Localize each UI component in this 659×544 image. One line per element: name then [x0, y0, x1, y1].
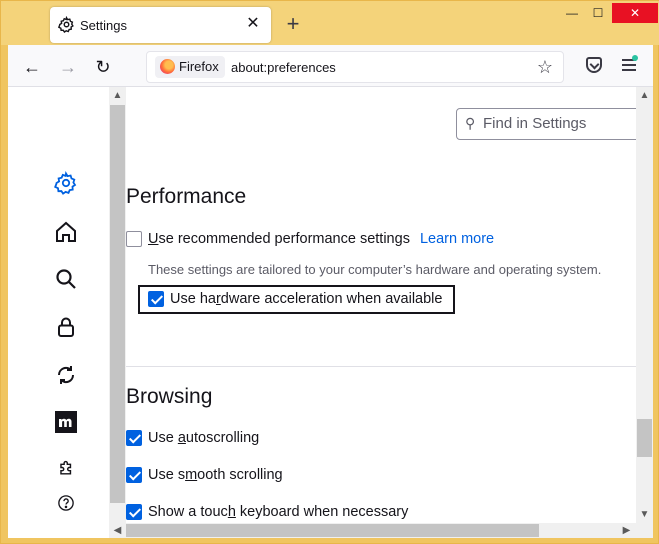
- sidebar-item-privacy[interactable]: [53, 314, 79, 340]
- touch-keyboard-label: Show a touch keyboard when necessary: [148, 504, 409, 520]
- horizontal-scroll-thumb[interactable]: [126, 524, 539, 537]
- puzzle-icon: [59, 460, 71, 475]
- gear-icon: [54, 171, 77, 195]
- url-text[interactable]: about:preferences: [231, 60, 336, 75]
- hardware-acceleration-row[interactable]: Use hardware acceleration when available: [148, 288, 442, 310]
- sidebar-item-home[interactable]: [53, 219, 79, 245]
- tab-title: Settings: [80, 18, 127, 33]
- performance-description: These settings are tailored to your comp…: [148, 262, 602, 277]
- smooth-scrolling-checkbox[interactable]: [126, 467, 142, 483]
- identity-label: Firefox: [179, 59, 219, 74]
- sidebar-scroll-thumb[interactable]: [110, 105, 125, 503]
- hardware-acceleration-label: Use hardware acceleration when available: [170, 291, 443, 307]
- maximize-button[interactable]: ☐: [584, 3, 612, 23]
- sidebar-item-sync[interactable]: [53, 362, 79, 388]
- firefox-logo-icon: [160, 59, 175, 74]
- bookmark-star-icon[interactable]: ☆: [537, 57, 553, 77]
- reload-button[interactable]: ↻: [92, 56, 114, 78]
- autoscroll-row[interactable]: Use autoscrolling: [126, 427, 259, 449]
- sidebar: [8, 87, 108, 538]
- find-in-settings-input[interactable]: [483, 115, 633, 132]
- pocket-icon[interactable]: [586, 57, 602, 73]
- back-button[interactable]: ←: [21, 56, 43, 78]
- sidebar-item-support[interactable]: [53, 490, 79, 516]
- sidebar-item-more-from-mozilla[interactable]: [53, 409, 79, 435]
- sidebar-item-general[interactable]: [53, 170, 79, 196]
- tab-settings[interactable]: Settings ✕: [50, 7, 271, 43]
- touch-keyboard-row[interactable]: Show a touch keyboard when necessary: [126, 501, 408, 523]
- smooth-scrolling-label: Use smooth scrolling: [148, 467, 283, 483]
- sidebar-item-extensions[interactable]: [53, 454, 79, 480]
- tab-close-icon[interactable]: ✕: [243, 14, 263, 34]
- lock-icon: [58, 317, 74, 337]
- autoscroll-checkbox[interactable]: [126, 430, 142, 446]
- gear-icon: [58, 16, 74, 33]
- sync-icon: [57, 366, 75, 384]
- main-scroll-down-icon[interactable]: ▼: [637, 507, 652, 522]
- forward-button[interactable]: →: [57, 56, 79, 78]
- main-scroll-up-icon[interactable]: ▲: [637, 88, 652, 103]
- recommended-performance-label: Use recommended performance settings: [148, 231, 410, 247]
- preferences-content: ▲ ⚲ Performance Use recommended performa…: [8, 87, 653, 538]
- performance-heading: Performance: [126, 185, 247, 208]
- help-icon: [58, 495, 74, 511]
- nav-toolbar: ← → ↻ Firefox about:preferences ☆: [8, 45, 653, 87]
- recommended-performance-checkbox[interactable]: [126, 231, 142, 247]
- home-icon: [56, 221, 76, 242]
- find-in-settings[interactable]: ⚲: [456, 108, 646, 140]
- url-bar[interactable]: Firefox about:preferences ☆: [146, 51, 564, 83]
- search-icon: ⚲: [465, 115, 476, 131]
- update-badge: [632, 55, 638, 61]
- scroll-right-icon[interactable]: ▶: [619, 523, 634, 538]
- new-tab-button[interactable]: +: [282, 13, 304, 35]
- hardware-acceleration-checkbox[interactable]: [148, 291, 164, 307]
- mozilla-m-icon: [55, 411, 77, 433]
- section-divider: [126, 366, 636, 367]
- main-pane: ⚲ Performance Use recommended performanc…: [126, 87, 646, 523]
- smooth-scrolling-row[interactable]: Use smooth scrolling: [126, 464, 283, 486]
- minimize-button[interactable]: —: [558, 3, 586, 23]
- autoscroll-label: Use autoscrolling: [148, 430, 260, 446]
- main-scrollbar[interactable]: [636, 87, 653, 523]
- horizontal-scrollbar[interactable]: ◀ ▶: [109, 523, 653, 538]
- browser-window: Settings ✕ + — ☐ ✕ ← → ↻ Firefox about:p…: [0, 0, 659, 544]
- close-window-button[interactable]: ✕: [612, 3, 658, 23]
- sidebar-scroll-up-icon[interactable]: ▲: [110, 88, 125, 103]
- sidebar-item-search[interactable]: [53, 266, 79, 292]
- recommended-performance-row[interactable]: Use recommended performance settings Lea…: [126, 228, 494, 250]
- search-icon: [56, 269, 76, 289]
- identity-box[interactable]: Firefox: [155, 56, 225, 78]
- main-scroll-thumb[interactable]: [637, 419, 652, 457]
- browsing-heading: Browsing: [126, 385, 213, 408]
- scroll-left-icon[interactable]: ◀: [110, 523, 125, 538]
- learn-more-link[interactable]: Learn more: [420, 231, 494, 247]
- touch-keyboard-checkbox[interactable]: [126, 504, 142, 520]
